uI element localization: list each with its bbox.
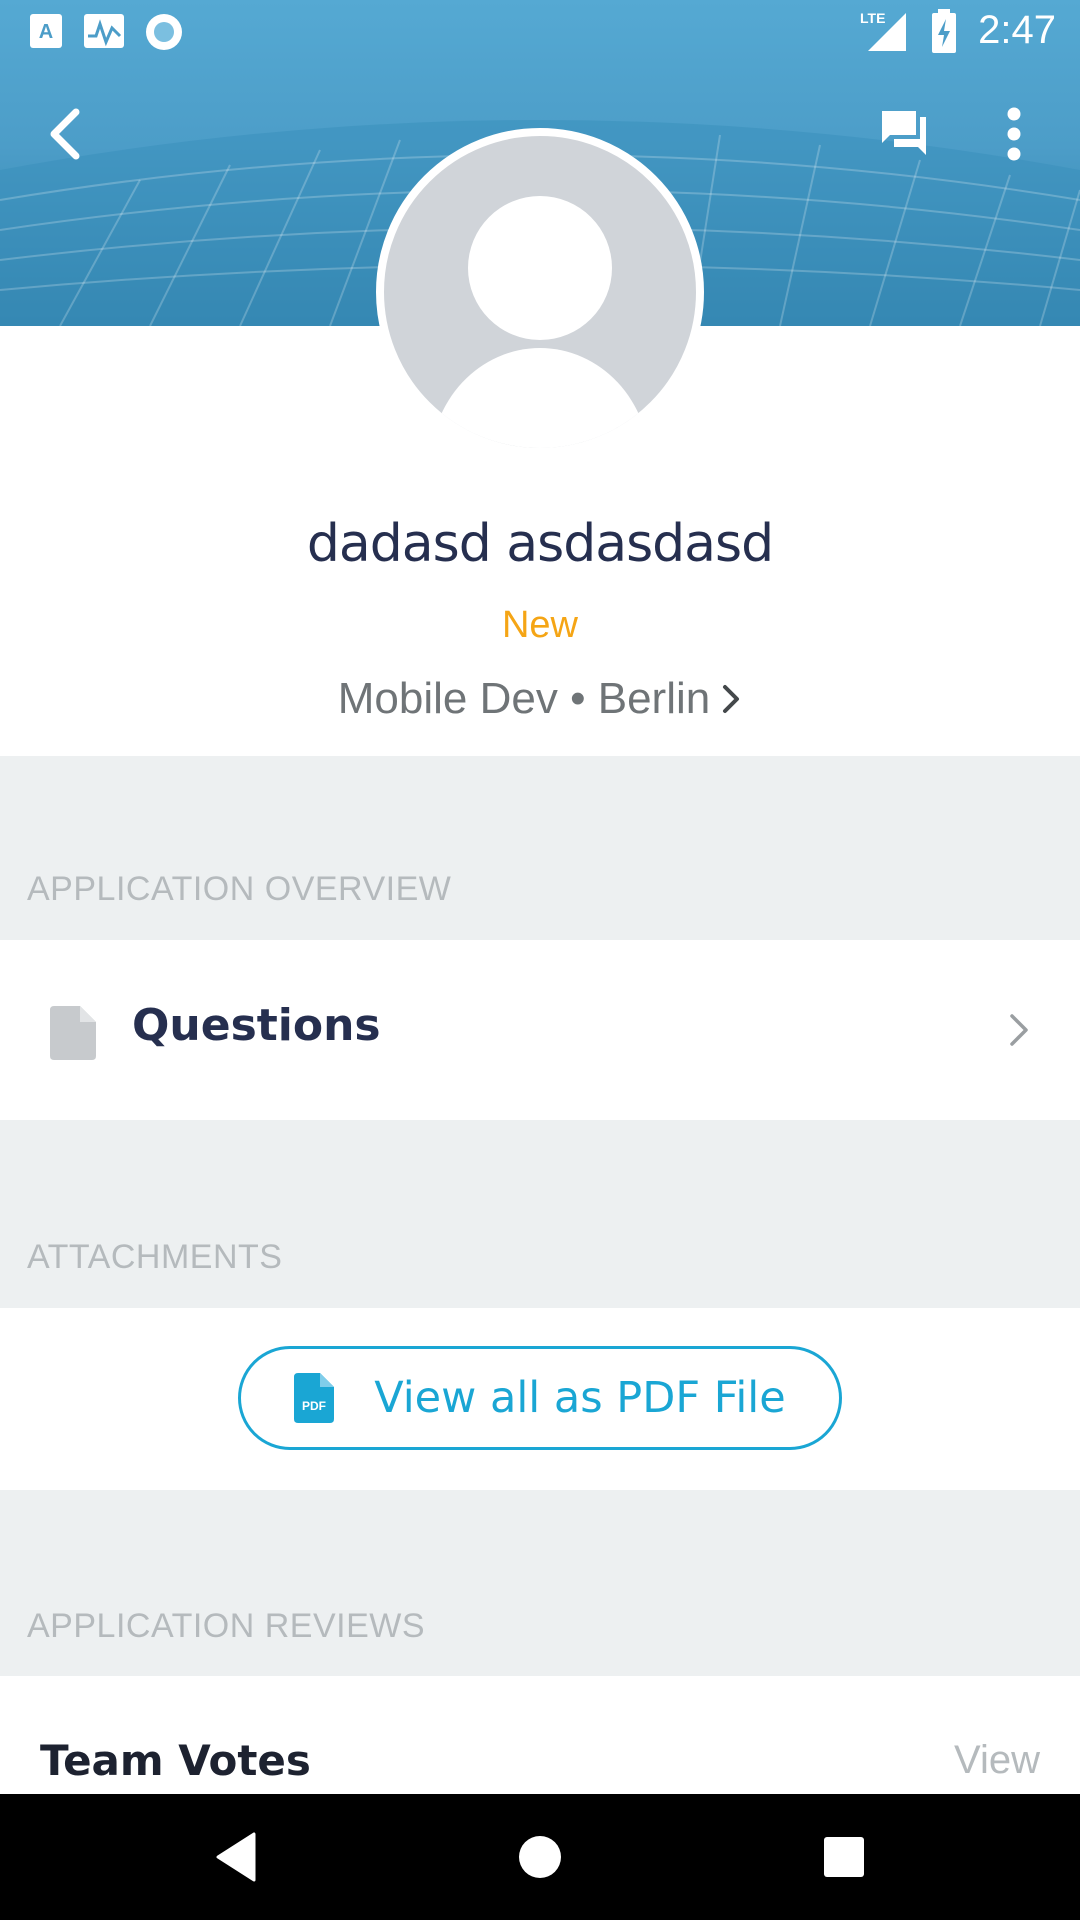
triangle-back-icon <box>216 1832 256 1882</box>
status-badge: New <box>501 604 579 646</box>
status-clock: 2:47 <box>978 8 1056 52</box>
chat-icon <box>882 111 926 155</box>
section-label-overview: APPLICATION OVERVIEW <box>27 870 452 908</box>
lte-signal-icon: LTE <box>860 10 907 51</box>
section-label-attachments: ATTACHMENTS <box>27 1238 283 1276</box>
activity-icon <box>84 14 124 48</box>
candidate-name: dadasd asdasdasd <box>306 514 774 574</box>
chevron-right-icon <box>723 685 740 713</box>
job-location-link[interactable]: Mobile Dev • Berlin <box>0 674 1080 724</box>
svg-text:A: A <box>39 21 53 43</box>
overflow-menu-button[interactable] <box>984 100 1044 168</box>
square-recents-icon <box>824 1837 864 1877</box>
circle-home-icon <box>519 1836 561 1878</box>
keyboard-icon: A <box>30 14 62 48</box>
view-pdf-button[interactable]: PDF View all as PDF File <box>238 1346 842 1450</box>
team-votes-row[interactable]: Team Votes View <box>0 1676 1080 1794</box>
attachments-card: PDF View all as PDF File <box>0 1308 1080 1490</box>
questions-label: Questions <box>132 1000 381 1051</box>
record-icon <box>146 14 182 50</box>
nav-home-button[interactable] <box>470 1794 610 1920</box>
battery-charging-icon <box>932 8 957 53</box>
status-bar: A LTE 2:47 <box>0 0 1080 63</box>
person-placeholder-icon <box>431 196 649 448</box>
svg-text:LTE: LTE <box>860 10 885 26</box>
view-pdf-label: View all as PDF File <box>374 1373 786 1423</box>
questions-row[interactable]: Questions <box>0 940 1080 1120</box>
chevron-left-icon <box>50 108 80 160</box>
back-button[interactable] <box>30 100 98 168</box>
svg-text:PDF: PDF <box>302 1399 326 1413</box>
pdf-file-icon: PDF <box>294 1373 335 1423</box>
job-location-text: Mobile Dev • Berlin <box>337 674 711 723</box>
nav-recents-button[interactable] <box>774 1794 914 1920</box>
nav-back-button[interactable] <box>166 1794 306 1920</box>
chevron-right-icon <box>1010 1014 1028 1046</box>
section-label-reviews: APPLICATION REVIEWS <box>27 1607 426 1645</box>
more-vert-icon <box>1007 107 1021 161</box>
team-votes-label: Team Votes <box>40 1736 311 1785</box>
system-nav-bar <box>0 1794 1080 1920</box>
document-icon <box>50 1006 96 1060</box>
chat-button[interactable] <box>872 100 940 168</box>
avatar <box>376 128 704 456</box>
team-votes-view-link[interactable]: View <box>954 1738 1040 1783</box>
